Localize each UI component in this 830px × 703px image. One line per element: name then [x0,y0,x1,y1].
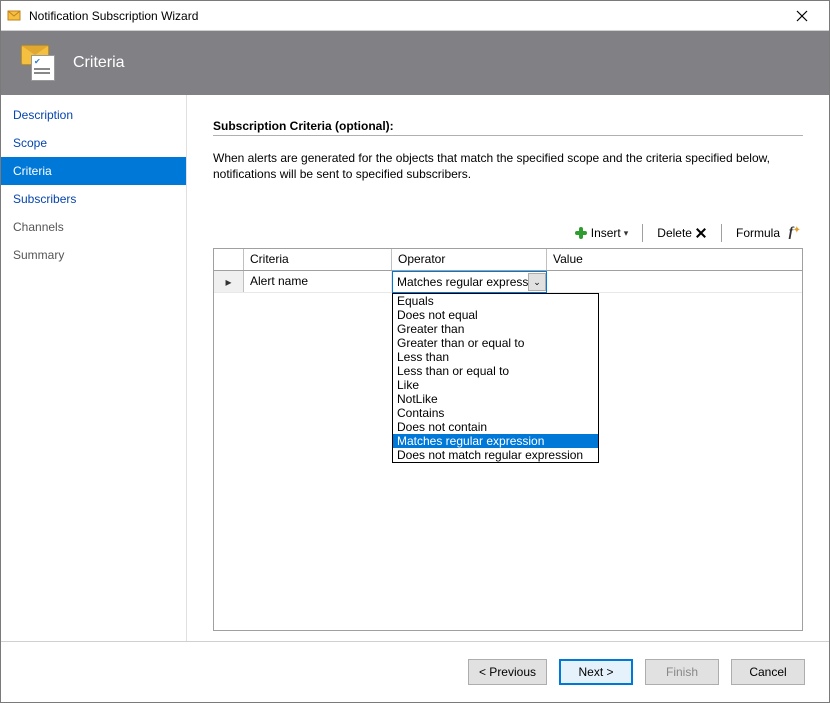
dropdown-option[interactable]: Equals [393,294,598,308]
dropdown-option[interactable]: Does not equal [393,308,598,322]
window-title: Notification Subscription Wizard [29,9,781,23]
column-header-criteria[interactable]: Criteria [244,249,392,270]
dropdown-option[interactable]: Like [393,378,598,392]
close-icon [796,10,808,22]
sidebar-item-summary: Summary [1,241,186,269]
sidebar-item-channels: Channels [1,213,186,241]
sidebar-item-scope[interactable]: Scope [1,129,186,157]
banner-icon [21,45,61,81]
dropdown-option[interactable]: Greater than or equal to [393,336,598,350]
row-indicator-icon: ▸ [214,271,244,292]
chevron-down-icon: ⌄ [533,277,541,288]
value-cell[interactable] [547,271,802,292]
finish-button: Finish [645,659,719,685]
dropdown-option[interactable]: Less than [393,350,598,364]
formula-fx-icon: f✦ [783,226,799,240]
dropdown-option[interactable]: Greater than [393,322,598,336]
sidebar-item-subscribers[interactable]: Subscribers [1,185,186,213]
plus-icon [574,226,588,240]
dropdown-option[interactable]: Matches regular expression [393,434,598,448]
dropdown-option[interactable]: NotLike [393,392,598,406]
criteria-grid: Criteria Operator Value ▸ Alert name Mat… [213,248,803,631]
dropdown-option[interactable]: Less than or equal to [393,364,598,378]
previous-button[interactable]: < Previous [468,659,547,685]
delete-label: Delete [657,226,692,240]
next-button[interactable]: Next > [559,659,633,685]
insert-button[interactable]: Insert ▾ [570,224,633,242]
column-header-value[interactable]: Value [547,249,802,270]
toolbar-separator [642,224,643,242]
operator-dropdown[interactable]: EqualsDoes not equalGreater thanGreater … [392,293,599,463]
operator-selected-text: Matches regular expression [397,275,528,289]
grid-header: Criteria Operator Value [214,249,802,271]
delete-button[interactable]: Delete [653,224,711,242]
formula-label: Formula [736,226,780,240]
banner: Criteria [1,31,829,95]
description-text: When alerts are generated for the object… [213,150,773,182]
sidebar: DescriptionScopeCriteriaSubscribersChann… [1,95,187,641]
row-header-spacer [214,249,244,270]
operator-dropdown-button[interactable]: ⌄ [528,273,546,291]
window-icon [7,8,23,24]
footer: < Previous Next > Finish Cancel [1,642,829,702]
delete-x-icon [695,227,707,239]
chevron-down-icon: ▾ [624,228,629,239]
sidebar-item-criteria[interactable]: Criteria [1,157,186,185]
close-button[interactable] [781,2,823,30]
dropdown-option[interactable]: Does not match regular expression [393,448,598,462]
operator-cell[interactable]: Matches regular expression ⌄ [392,271,547,293]
cancel-button[interactable]: Cancel [731,659,805,685]
column-header-operator[interactable]: Operator [392,249,547,270]
banner-title: Criteria [73,54,125,72]
criteria-cell[interactable]: Alert name [244,271,392,292]
toolbar-separator [721,224,722,242]
criteria-toolbar: Insert ▾ Delete Formula f✦ [213,224,803,248]
insert-label: Insert [591,226,621,240]
dropdown-option[interactable]: Does not contain [393,420,598,434]
section-heading: Subscription Criteria (optional): [213,119,803,136]
titlebar: Notification Subscription Wizard [1,1,829,31]
table-row[interactable]: ▸ Alert name Matches regular expression … [214,271,802,293]
body-area: DescriptionScopeCriteriaSubscribersChann… [1,95,829,642]
formula-button[interactable]: Formula f✦ [732,224,803,242]
main-panel: Subscription Criteria (optional): When a… [187,95,829,641]
sidebar-item-description[interactable]: Description [1,101,186,129]
dropdown-option[interactable]: Contains [393,406,598,420]
